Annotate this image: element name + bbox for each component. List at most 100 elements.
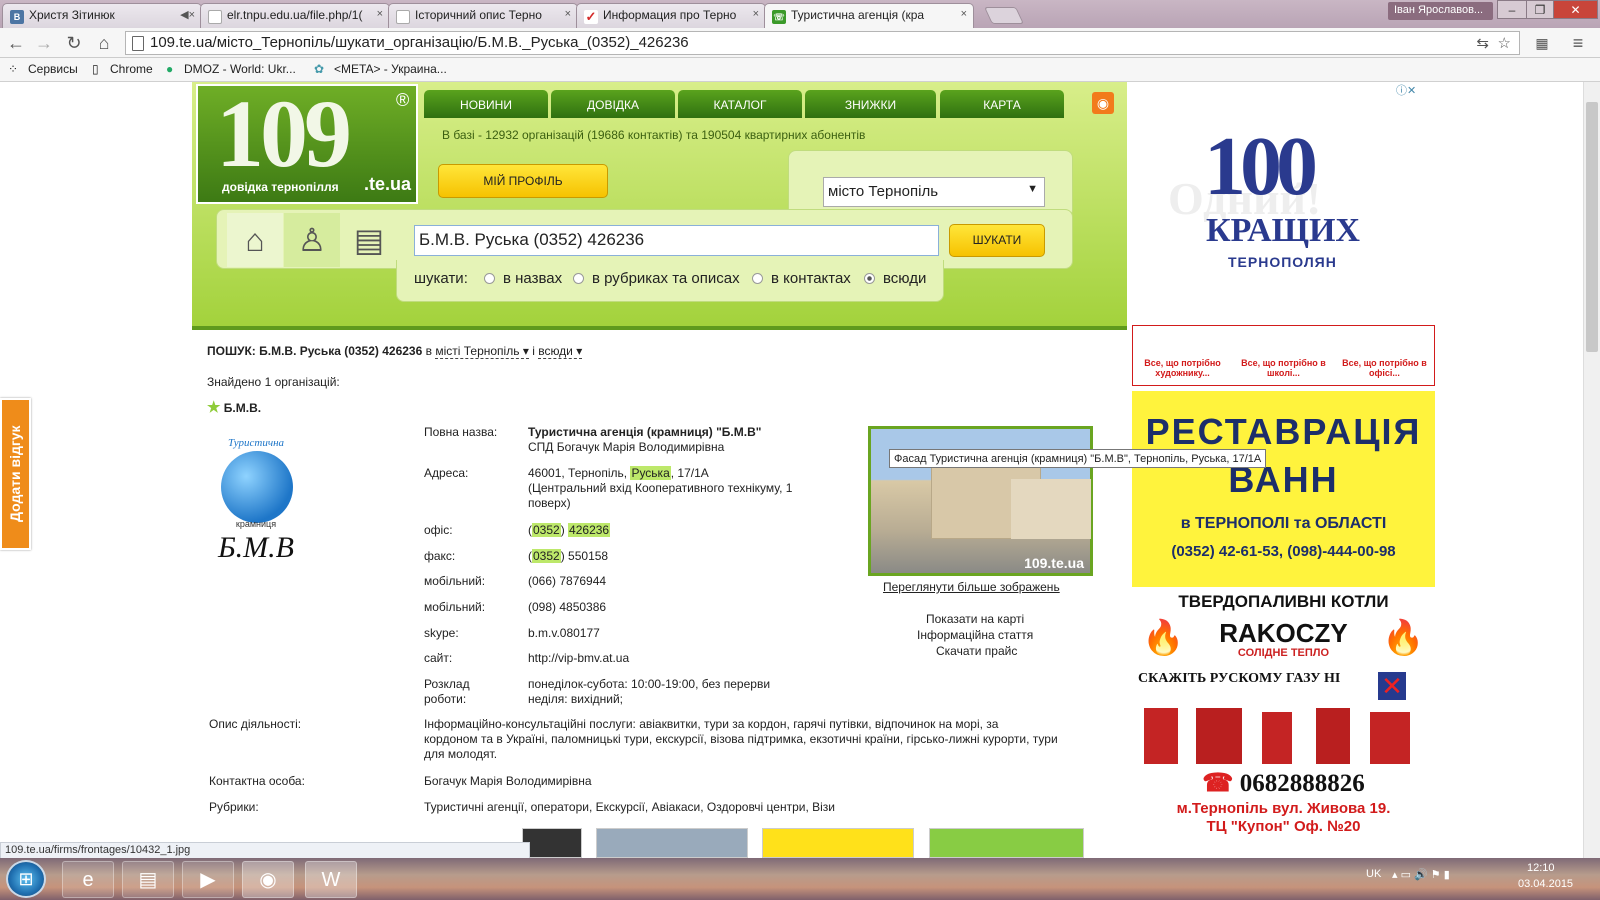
thumbnail[interactable] [596, 828, 748, 858]
city-select[interactable]: місто Тернопіль ▼ [823, 177, 1045, 207]
user-profile-button[interactable]: Іван Ярославов... [1388, 2, 1493, 20]
nav-map[interactable]: КАРТА [940, 90, 1064, 118]
menu-icon[interactable]: ≡ [1566, 32, 1590, 54]
reload-icon[interactable]: ↻ [62, 32, 86, 54]
my-profile-button[interactable]: МІЙ ПРОФІЛЬ [438, 164, 608, 198]
option-label: в рубриках та описах [592, 270, 740, 287]
mute-icon[interactable]: ◀× [180, 8, 195, 21]
site-logo[interactable]: 109 ® довідка тернопілля .te.ua [196, 82, 418, 204]
search-button[interactable]: ШУКАТИ [949, 224, 1045, 257]
ie-icon[interactable]: e [62, 861, 114, 898]
address-note: (Центральний вхід Кооперативного техніку… [528, 481, 793, 495]
close-icon[interactable]: × [753, 8, 759, 20]
scope-filter-link[interactable]: всюди ▾ [538, 344, 583, 359]
back-arrow-icon[interactable]: ← [4, 32, 28, 54]
nav-news[interactable]: НОВИНИ [424, 90, 548, 118]
option-everywhere[interactable]: всюди [864, 270, 926, 287]
tab-4[interactable]: ✓ Информация про Терно × [576, 3, 766, 28]
search-input[interactable]: Б.М.В. Руська (0352) 426236 [414, 225, 939, 256]
bookmark-chrome[interactable]: Chrome [110, 62, 153, 76]
show-map-link[interactable]: Показати на карті [926, 612, 1024, 626]
chrome-icon[interactable]: ◉ [242, 861, 294, 898]
explorer-icon[interactable]: ▤ [122, 861, 174, 898]
bookmark-services[interactable]: Сервисы [28, 62, 78, 76]
media-player-icon[interactable]: ▶ [182, 861, 234, 898]
home-icon[interactable]: ⌂ [92, 32, 116, 54]
org-name: Б.М.В. [223, 401, 262, 415]
extension-icon[interactable]: ▦ [1530, 32, 1554, 54]
office-phone: (0352) 426236 [528, 523, 611, 537]
bookmark-meta[interactable]: <META> - Украина... [334, 62, 447, 76]
language-indicator[interactable]: UK [1366, 868, 1381, 880]
radio-selected-icon[interactable] [864, 273, 875, 284]
star-icon[interactable]: ☆ [1498, 34, 1511, 52]
close-icon[interactable]: × [961, 8, 967, 20]
rubrics-list[interactable]: Туристичні агенції, оператори, Екскурсії… [424, 800, 835, 814]
nav-directory[interactable]: ДОВІДКА [551, 90, 675, 118]
contact-label: Контактна особа: [209, 774, 305, 788]
tab-5-active[interactable]: ☏ Туристична агенція (кра × [764, 3, 974, 28]
rss-icon[interactable]: ◉ [1092, 92, 1114, 114]
option-in-names[interactable]: в назвах [484, 270, 562, 287]
add-feedback-button[interactable]: Додати відгук [0, 398, 31, 550]
radio-icon[interactable] [484, 273, 495, 284]
thumbnail[interactable] [929, 828, 1084, 858]
translate-icon[interactable]: ⇆ [1476, 34, 1489, 52]
search-scope-label: шукати: [414, 270, 468, 287]
option-in-contacts[interactable]: в контактах [752, 270, 851, 287]
option-in-rubrics[interactable]: в рубриках та описах [573, 270, 740, 287]
fax-phone: (0352) 550158 [528, 549, 609, 563]
site-link[interactable]: http://vip-bmv.at.ua [528, 651, 629, 665]
word-icon[interactable]: W [305, 861, 357, 898]
ad-bath-restoration[interactable]: РЕСТАВРАЦІЯ ВАНН в ТЕРНОПОЛІ та ОБЛАСТІ … [1132, 391, 1435, 587]
thumbnail[interactable] [522, 828, 582, 858]
org-title[interactable]: ★ Б.М.В. [207, 398, 261, 416]
check-icon: ✓ [584, 9, 598, 24]
tab-2[interactable]: elr.tnpu.edu.ua/file.php/1( × [200, 3, 390, 28]
maximize-icon[interactable]: ❐ [1526, 0, 1554, 19]
download-price-link[interactable]: Скачати прайс [936, 644, 1017, 658]
ad-100-best[interactable]: Одний! 100 КРАЩИХ ТЕРНОПОЛЯН ⓘ✕ [1128, 82, 1440, 322]
apps-icon[interactable]: ⁘ [8, 62, 18, 76]
close-icon[interactable]: × [377, 8, 383, 20]
nav-catalog[interactable]: КАТАЛОГ [678, 90, 802, 118]
radio-icon[interactable] [573, 273, 584, 284]
info-article-link[interactable]: Інформаційна стаття [917, 628, 1033, 642]
clock-date[interactable]: 03.04.2015 [1518, 878, 1573, 890]
radio-icon[interactable] [752, 273, 763, 284]
photo-watermark: 109.te.ua [1024, 555, 1084, 571]
ad-supplies[interactable]: Все, що потрібно художнику... Все, що по… [1132, 325, 1435, 386]
tray-icons[interactable]: ▴ ▭ 🔊 ⚑ ▮ [1392, 868, 1450, 881]
address-highlight: Руська [630, 466, 671, 480]
description-label: Опис діяльності: [209, 717, 302, 731]
minimize-icon[interactable]: – [1497, 0, 1527, 19]
site-header: 109 ® довідка тернопілля .te.ua НОВИНИ Д… [192, 82, 1127, 330]
start-button[interactable]: ⊞ [6, 860, 46, 898]
phone-icon: ☏ [772, 10, 786, 24]
globe-icon [221, 451, 293, 523]
scrollbar-thumb[interactable] [1586, 102, 1598, 352]
new-tab-button[interactable] [984, 7, 1024, 24]
tab-3[interactable]: Історичний опис Терно × [388, 3, 578, 28]
city-filter-link[interactable]: місті Тернопіль ▾ [435, 344, 529, 359]
close-window-icon[interactable]: ✕ [1553, 0, 1598, 19]
adchoices-icon[interactable]: ⓘ✕ [1396, 82, 1416, 98]
person-icon[interactable]: ♙ [284, 213, 340, 267]
ad-boil-address: ТЦ "Купон" Оф. №20 [1206, 818, 1361, 835]
document-icon[interactable]: ▤ [341, 213, 397, 267]
ad-boilers[interactable]: ТВЕРДОПАЛИВНІ КОТЛИ 🔥 🔥 RAKOCZY СОЛІДНЕ … [1132, 588, 1435, 858]
thumbnail[interactable] [762, 828, 914, 858]
nav-discounts[interactable]: ЗНИЖКИ [805, 90, 936, 118]
tab-1[interactable]: В Христя Зітинюк ◀× [2, 3, 202, 28]
home-icon[interactable]: ⌂ [227, 213, 283, 267]
forward-arrow-icon[interactable]: → [32, 32, 56, 54]
cross-icon: ✕ [1378, 672, 1406, 700]
scrollbar[interactable] [1583, 82, 1600, 858]
bookmark-dmoz[interactable]: DMOZ - World: Ukr... [184, 62, 296, 76]
address-note: поверх) [528, 496, 571, 510]
close-icon[interactable]: × [565, 8, 571, 20]
address-bar[interactable]: 109.te.ua/місто_Тернопіль/шукати_організ… [125, 31, 1520, 55]
tab-strip: В Христя Зітинюк ◀× elr.tnpu.edu.ua/file… [0, 0, 1600, 28]
more-images-link[interactable]: Переглянути більше зображень [883, 580, 1060, 594]
clock-time[interactable]: 12:10 [1527, 862, 1555, 874]
